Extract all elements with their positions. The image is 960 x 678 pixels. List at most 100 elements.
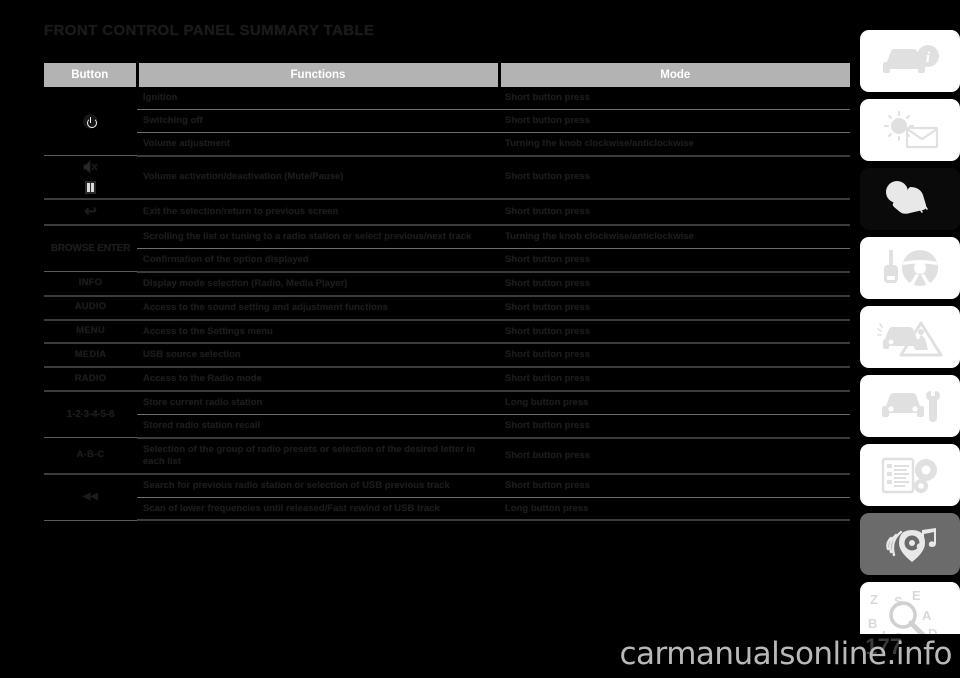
table-row: BROWSE ENTERScrolling the list or tuning… — [44, 225, 850, 248]
table-row: MEDIA USB source selectionShort button pr… — [44, 343, 850, 367]
cell-mode: Short button press — [499, 474, 850, 497]
cell-mode: Long button press — [499, 497, 850, 520]
chapter-sidebar: i — [856, 30, 960, 661]
airbag-safety-icon — [880, 179, 940, 219]
table-row: MENU Access to the Settings menuShort but… — [44, 320, 850, 344]
cell-button: MENU — [44, 320, 137, 344]
back-arrow-icon: ↩ — [84, 203, 97, 220]
cell-function: Stored radio station recall — [137, 415, 499, 438]
table-header: Button Functions Mode — [44, 63, 850, 87]
cell-mode: Short button press — [499, 199, 850, 225]
steering-wheel-controls-icon — [879, 248, 941, 288]
cell-mode: Short button press — [499, 438, 850, 474]
car-maintenance-wrench-icon — [879, 387, 941, 425]
table-row: Volume activation/deactivation (Mute/Pau… — [44, 156, 850, 200]
sidebar-item-emergency[interactable] — [860, 306, 960, 368]
multimedia-navigation-icon — [879, 524, 941, 564]
table-row: A-B-C Selection of the group of radio pre… — [44, 438, 850, 474]
cell-function: Display mode selection (Radio, Media Pla… — [137, 272, 499, 296]
car-info-icon: i — [879, 44, 941, 78]
page-title: FRONT CONTROL PANEL SUMMARY TABLE — [44, 22, 374, 39]
table-row: Confirmation of the option displayedShor… — [44, 248, 850, 271]
power-knob-icon — [84, 115, 97, 128]
table-row: ↩ Exit the selection/return to previous s… — [44, 199, 850, 225]
table-row: Stored radio station recallShort button … — [44, 415, 850, 438]
sidebar-item-dashboard-messages[interactable] — [860, 99, 960, 161]
table-row: ◀◀Search for previous radio station or s… — [44, 474, 850, 497]
sidebar-item-safety-airbag[interactable] — [860, 168, 960, 230]
sidebar-item-car-info[interactable]: i — [860, 30, 960, 92]
cell-mode: Turning the knob clockwise/anticlockwise — [499, 132, 850, 155]
cell-mode: Short button press — [499, 367, 850, 391]
sidebar-item-technical-specs[interactable] — [860, 444, 960, 506]
sidebar-item-multimedia[interactable] — [860, 513, 960, 575]
button-label: BROWSE ENTER — [51, 243, 130, 254]
cell-mode: Short button press — [499, 343, 850, 367]
cell-mode: Long button press — [499, 391, 850, 414]
cell-function: Access to the sound setting and adjustme… — [137, 296, 499, 320]
cell-button: A-B-C — [44, 438, 137, 474]
table-row: Scan of lower frequencies until released… — [44, 497, 850, 520]
sidebar-item-steering-controls[interactable] — [860, 237, 960, 299]
column-header-functions: Functions — [137, 63, 499, 87]
cell-function: Scan of lower frequencies until released… — [137, 497, 499, 520]
cell-mode: Short button press — [499, 109, 850, 132]
button-label: A-B-C — [77, 449, 105, 460]
pause-icon — [85, 181, 96, 194]
front-control-panel-summary-table: Button Functions Mode IgnitionShort butt… — [44, 63, 850, 521]
button-label: INFO — [79, 277, 103, 288]
cell-button: AUDIO — [44, 296, 137, 320]
button-label: MENU — [76, 325, 105, 336]
cell-function: Volume activation/deactivation (Mute/Pau… — [137, 156, 499, 200]
table-body: IgnitionShort button pressSwitching offS… — [44, 87, 850, 520]
cell-function: Volume adjustment — [137, 132, 499, 155]
cell-mode: Short button press — [499, 415, 850, 438]
mute-icon — [83, 160, 99, 174]
cell-mode: Turning the knob clockwise/anticlockwise — [499, 225, 850, 248]
cell-function: USB source selection — [137, 343, 499, 367]
cell-button: ◀◀ — [44, 474, 137, 521]
cell-button: RADIO — [44, 367, 137, 391]
table-row: RADIO Access to the Radio modeShort butto… — [44, 367, 850, 391]
cell-button: BROWSE ENTER — [44, 225, 137, 272]
button-label: ◀◀ — [83, 491, 98, 502]
cell-mode: Short button press — [499, 296, 850, 320]
footer-watermark-bar: 177 carmanualsonline.info — [0, 634, 960, 678]
table-row: Switching offShort button press — [44, 109, 850, 132]
table-row: INFO Display mode selection (Radio, Media… — [44, 272, 850, 296]
table-row: AUDIO Access to the sound setting and adj… — [44, 296, 850, 320]
column-header-mode: Mode — [499, 63, 850, 87]
cell-mode: Short button press — [499, 272, 850, 296]
cell-button — [44, 156, 137, 200]
cell-mode: Short button press — [499, 156, 850, 200]
cell-function: Search for previous radio station or sel… — [137, 474, 499, 497]
sidebar-item-maintenance[interactable] — [860, 375, 960, 437]
button-label: MEDIA — [75, 349, 107, 360]
cell-function: Exit the selection/return to previous sc… — [137, 199, 499, 225]
cell-button: 1-2-3-4-5-6 — [44, 391, 137, 438]
table-row: 1-2-3-4-5-6Store current radio stationLo… — [44, 391, 850, 414]
cell-function: Access to the Settings menu — [137, 320, 499, 344]
cell-mode: Short button press — [499, 87, 850, 109]
manual-page: FRONT CONTROL PANEL SUMMARY TABLE Button… — [0, 0, 960, 678]
cell-function: Selection of the group of radio presets … — [137, 438, 499, 474]
cell-mode: Short button press — [499, 320, 850, 344]
cell-function: Scrolling the list or tuning to a radio … — [137, 225, 499, 248]
mute-pause-icon — [46, 160, 135, 194]
cell-function: Access to the Radio mode — [137, 367, 499, 391]
emergency-warning-triangle-icon — [877, 317, 943, 357]
cell-function: Store current radio station — [137, 391, 499, 414]
watermark-text: carmanualsonline.info — [619, 636, 952, 672]
cell-button: MEDIA — [44, 343, 137, 367]
cell-button: ↩ — [44, 199, 137, 225]
cell-button: INFO — [44, 272, 137, 296]
button-label: 1-2-3-4-5-6 — [67, 409, 115, 420]
button-label: AUDIO — [75, 301, 107, 312]
cell-function: Ignition — [137, 87, 499, 109]
column-header-button: Button — [44, 63, 137, 87]
table-row: Volume adjustmentTurning the knob clockw… — [44, 132, 850, 155]
table-row: IgnitionShort button press — [44, 87, 850, 109]
cell-button — [44, 87, 137, 156]
button-label: RADIO — [75, 373, 107, 384]
cell-function: Confirmation of the option displayed — [137, 248, 499, 271]
